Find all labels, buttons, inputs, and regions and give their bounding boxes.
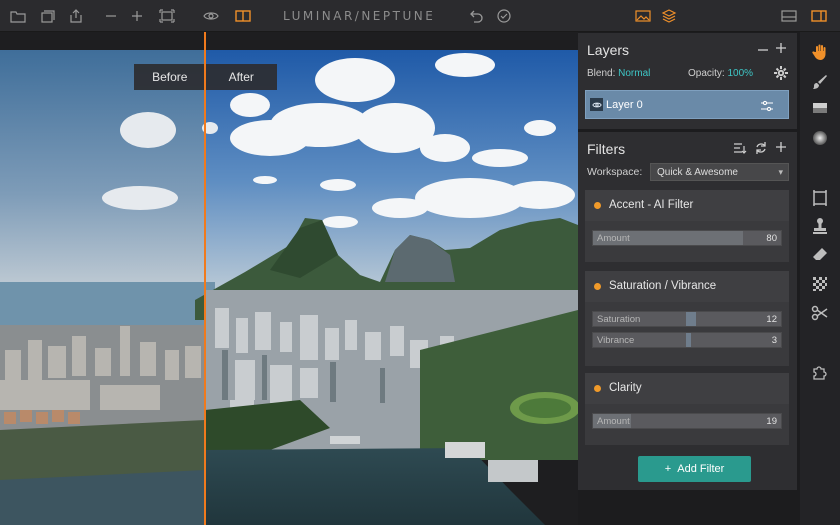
tool-rail bbox=[800, 32, 840, 525]
opacity-value[interactable]: 100% bbox=[727, 68, 753, 79]
app-title: LUMINAR/NEPTUNE bbox=[283, 9, 436, 23]
slider-value: 19 bbox=[766, 416, 777, 427]
layer-name: Layer 0 bbox=[606, 99, 643, 111]
filter-title: Accent - AI Filter bbox=[609, 199, 694, 211]
undo-icon[interactable] bbox=[468, 8, 484, 24]
before-label[interactable]: Before bbox=[134, 64, 206, 90]
clone-stamp-icon[interactable] bbox=[810, 216, 830, 236]
slider-value: 3 bbox=[771, 335, 777, 346]
after-label[interactable]: After bbox=[206, 64, 278, 90]
layers-stack-icon[interactable] bbox=[661, 8, 677, 24]
layer-visibility-eye-icon[interactable] bbox=[590, 98, 603, 111]
opacity-label: Opacity: bbox=[688, 68, 725, 79]
slider-knob[interactable] bbox=[686, 312, 696, 326]
minus-icon[interactable] bbox=[756, 43, 770, 57]
blend-label: Blend: bbox=[587, 68, 616, 79]
slider-label: Vibrance bbox=[597, 335, 635, 346]
browse-icon[interactable] bbox=[40, 8, 56, 24]
filter-clarity: Clarity Amount 19 bbox=[585, 373, 789, 445]
radial-mask-icon[interactable] bbox=[810, 128, 830, 148]
slider-label: Saturation bbox=[597, 314, 641, 325]
opacity-control[interactable]: Opacity: 100% bbox=[688, 68, 753, 79]
filter-header[interactable]: Clarity bbox=[585, 373, 789, 404]
filter-accent-ai: Accent - AI Filter Amount 80 bbox=[585, 190, 789, 262]
filters-panel: Filters Workspace: Quick & Awesome ▾ Acc… bbox=[578, 132, 797, 490]
filter-enabled-dot[interactable] bbox=[594, 283, 601, 290]
hand-tool-icon[interactable] bbox=[810, 42, 830, 62]
filter-title: Clarity bbox=[609, 382, 642, 394]
scissors-icon[interactable] bbox=[810, 303, 830, 323]
filter-header[interactable]: Accent - AI Filter bbox=[585, 190, 789, 221]
slider-label: Amount bbox=[597, 233, 630, 244]
slider-value: 80 bbox=[766, 233, 777, 244]
image-icon[interactable] bbox=[635, 8, 651, 24]
eraser-icon[interactable] bbox=[810, 245, 830, 265]
add-filter-button[interactable]: + Add Filter bbox=[638, 456, 751, 482]
compare-split-icon[interactable] bbox=[235, 8, 251, 24]
layer-row[interactable]: Layer 0 bbox=[585, 90, 789, 119]
sync-icon[interactable] bbox=[754, 141, 768, 155]
zoom-out-icon[interactable] bbox=[103, 8, 119, 24]
fit-screen-icon[interactable] bbox=[159, 8, 175, 24]
workspace-dropdown[interactable]: Quick & Awesome ▾ bbox=[650, 163, 789, 181]
blend-value[interactable]: Normal bbox=[618, 68, 650, 79]
cityscape-photo bbox=[0, 50, 578, 525]
filter-saturation-vibrance: Saturation / Vibrance Saturation 12 Vibr… bbox=[585, 271, 789, 366]
crop-icon[interactable] bbox=[810, 188, 830, 208]
add-icon[interactable] bbox=[774, 140, 788, 154]
open-folder-icon[interactable] bbox=[10, 8, 26, 24]
top-toolbar: LUMINAR/NEPTUNE bbox=[0, 0, 840, 32]
saturation-slider[interactable]: Saturation 12 bbox=[592, 311, 782, 327]
compare-divider-handle[interactable] bbox=[204, 32, 206, 525]
workspace-value: Quick & Awesome bbox=[657, 167, 738, 178]
vibrance-slider[interactable]: Vibrance 3 bbox=[592, 332, 782, 348]
add-filter-label: Add Filter bbox=[677, 463, 725, 475]
sort-filters-icon[interactable] bbox=[733, 141, 747, 155]
plugins-puzzle-icon[interactable] bbox=[810, 362, 830, 382]
plus-icon: + bbox=[664, 463, 678, 475]
amount-slider[interactable]: Amount 80 bbox=[592, 230, 782, 246]
add-layer-icon[interactable] bbox=[774, 41, 788, 55]
chevron-down-icon: ▾ bbox=[778, 167, 783, 177]
blend-mode[interactable]: Blend: Normal bbox=[587, 68, 650, 79]
gear-icon[interactable] bbox=[774, 66, 788, 80]
history-check-icon[interactable] bbox=[496, 8, 512, 24]
amount-slider[interactable]: Amount 19 bbox=[592, 413, 782, 429]
brush-icon[interactable] bbox=[810, 72, 830, 92]
slider-label: Amount bbox=[597, 416, 630, 427]
filter-title: Saturation / Vibrance bbox=[609, 280, 717, 292]
noise-texture-icon[interactable] bbox=[810, 274, 830, 294]
zoom-in-icon[interactable] bbox=[129, 8, 145, 24]
sidebar-toggle-icon[interactable] bbox=[811, 8, 827, 24]
slider-value: 12 bbox=[766, 314, 777, 325]
filter-enabled-dot[interactable] bbox=[594, 202, 601, 209]
filters-title: Filters bbox=[587, 141, 626, 157]
workspace-label: Workspace: bbox=[587, 166, 643, 178]
slider-knob[interactable] bbox=[686, 333, 691, 347]
share-icon[interactable] bbox=[68, 8, 84, 24]
layers-title: Layers bbox=[587, 42, 630, 58]
filter-header[interactable]: Saturation / Vibrance bbox=[585, 271, 789, 302]
layers-panel: Layers Blend: Normal Opacity: 100% Layer… bbox=[578, 33, 797, 129]
panel-layout-icon[interactable] bbox=[781, 8, 797, 24]
layer-adjust-icon[interactable] bbox=[760, 99, 774, 112]
image-canvas[interactable]: Before After bbox=[0, 32, 578, 525]
preview-eye-icon[interactable] bbox=[203, 8, 219, 24]
filter-enabled-dot[interactable] bbox=[594, 385, 601, 392]
gradient-icon[interactable] bbox=[810, 98, 830, 118]
